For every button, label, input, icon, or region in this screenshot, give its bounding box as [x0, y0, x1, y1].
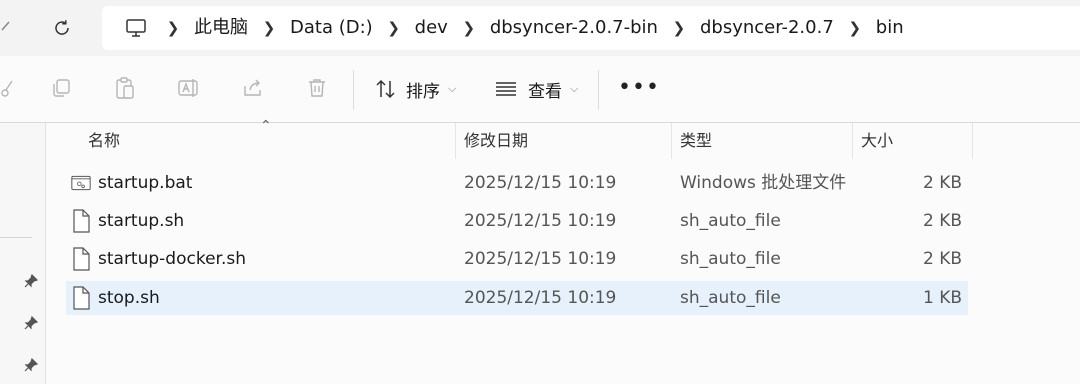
sort-icon [376, 79, 395, 99]
back-arrow-icon[interactable] [0, 20, 10, 40]
view-list-icon [496, 82, 516, 96]
file-date: 2025/12/15 10:19 [464, 249, 617, 269]
sort-label: 排序 [406, 81, 440, 102]
toolbar-divider [353, 70, 354, 110]
file-row[interactable]: startup.bat 2025/12/15 10:19 Windows 批处理… [66, 166, 968, 200]
column-divider[interactable] [455, 123, 456, 159]
column-divider[interactable] [852, 123, 853, 159]
computer-icon[interactable] [114, 6, 158, 50]
column-divider[interactable] [671, 123, 672, 159]
file-type: sh_auto_file [680, 249, 781, 269]
chevron-right-icon[interactable]: ❯ [664, 6, 694, 50]
paste-icon[interactable] [112, 75, 138, 101]
file-size: 1 KB [922, 288, 962, 308]
column-header-date[interactable]: 修改日期 [464, 123, 528, 159]
nav-divider [0, 237, 32, 238]
column-header-name[interactable]: 名称 [88, 123, 120, 159]
chevron-down-icon: ⌵ [448, 82, 457, 95]
file-size: 2 KB [922, 173, 962, 193]
pin-icon[interactable] [24, 274, 38, 288]
address-bar-area: ❯ 此电脑 ❯ Data (D:) ❯ dev ❯ dbsyncer-2.0.7… [0, 0, 1080, 56]
sort-ascending-icon: ⌃ [260, 118, 272, 134]
file-name: stop.sh [98, 288, 160, 308]
file-name: startup.bat [98, 173, 193, 193]
file-icon [73, 247, 90, 271]
breadcrumb-bin[interactable]: bin [870, 6, 910, 50]
refresh-button[interactable] [46, 12, 78, 44]
chevron-right-icon[interactable]: ❯ [454, 6, 484, 50]
column-header-size[interactable]: 大小 [861, 123, 893, 159]
file-row[interactable]: startup.sh 2025/12/15 10:19 sh_auto_file… [66, 204, 968, 238]
breadcrumb-drive[interactable]: Data (D:) [284, 6, 379, 50]
file-name: startup-docker.sh [98, 249, 246, 269]
file-date: 2025/12/15 10:19 [464, 173, 617, 193]
chevron-right-icon[interactable]: ❯ [379, 6, 409, 50]
pin-icon[interactable] [24, 358, 38, 372]
chevron-right-icon[interactable]: ❯ [254, 6, 284, 50]
breadcrumb[interactable]: ❯ 此电脑 ❯ Data (D:) ❯ dev ❯ dbsyncer-2.0.7… [102, 6, 1080, 50]
pin-icon[interactable] [24, 316, 38, 330]
file-size: 2 KB [922, 249, 962, 269]
column-divider[interactable] [972, 123, 973, 159]
column-header-type[interactable]: 类型 [680, 123, 712, 159]
file-icon [73, 209, 90, 233]
file-type: sh_auto_file [680, 211, 781, 231]
sort-button[interactable]: 排序 ⌵ [374, 70, 456, 108]
file-type: Windows 批处理文件 [680, 173, 847, 193]
breadcrumb-dev[interactable]: dev [409, 6, 454, 50]
copy-icon[interactable] [48, 75, 74, 101]
breadcrumb-this-pc[interactable]: 此电脑 [188, 6, 254, 50]
breadcrumb-bin-archive[interactable]: dbsyncer-2.0.7-bin [484, 6, 664, 50]
file-type: sh_auto_file [680, 288, 781, 308]
file-date: 2025/12/15 10:19 [464, 288, 617, 308]
share-icon[interactable] [240, 75, 266, 101]
file-name: startup.sh [98, 211, 185, 231]
breadcrumb-version-folder[interactable]: dbsyncer-2.0.7 [694, 6, 840, 50]
cut-icon[interactable] [0, 75, 18, 101]
view-button[interactable]: 查看 ⌵ [494, 70, 578, 108]
refresh-icon [55, 20, 69, 35]
rename-icon[interactable] [176, 75, 202, 101]
file-size: 2 KB [922, 211, 962, 231]
file-row[interactable]: startup-docker.sh 2025/12/15 10:19 sh_au… [66, 242, 968, 276]
chevron-right-icon[interactable]: ❯ [840, 6, 870, 50]
delete-icon[interactable] [304, 75, 330, 101]
file-date: 2025/12/15 10:19 [464, 211, 617, 231]
more-options-button[interactable]: ••• [618, 77, 660, 99]
navigation-pane [0, 123, 46, 384]
chevron-right-icon[interactable]: ❯ [158, 6, 188, 50]
batch-file-icon [71, 175, 91, 191]
file-row-selected[interactable]: stop.sh 2025/12/15 10:19 sh_auto_file 1 … [66, 281, 968, 315]
command-bar: 排序 ⌵ 查看 ⌵ ••• [0, 56, 1080, 123]
view-label: 查看 [528, 81, 562, 102]
file-icon [73, 286, 90, 310]
chevron-down-icon: ⌵ [570, 82, 579, 95]
toolbar-divider [598, 70, 599, 110]
